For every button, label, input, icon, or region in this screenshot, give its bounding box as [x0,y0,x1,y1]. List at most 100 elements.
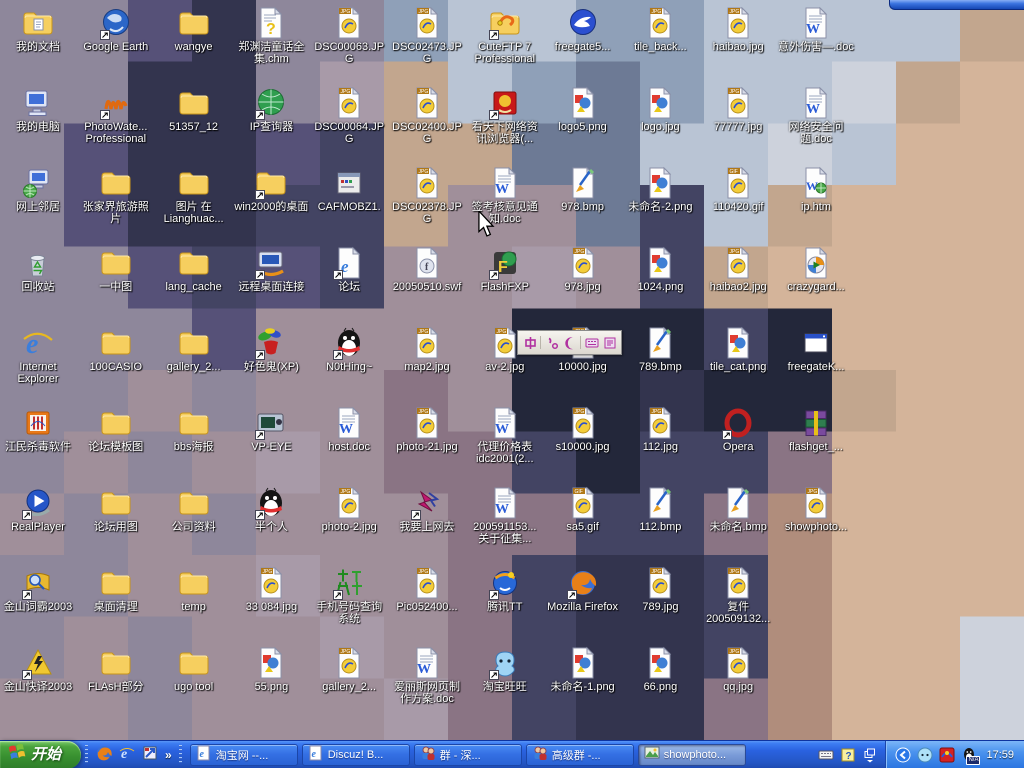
desktop-icon[interactable]: 张家界旅游照片 [78,166,154,225]
taskbar-task-button[interactable]: showphoto... [638,744,746,766]
desktop-icon[interactable]: 公司资料 [156,486,232,533]
desktop-icon[interactable]: 未命名-1.png [545,646,621,693]
desktop-icon[interactable]: tile_cat.png [700,326,776,373]
desktop-icon[interactable]: W代理价格表idc2001(2... [467,406,543,465]
quicklaunch-overflow-chevron[interactable]: » [162,748,175,762]
desktop-icon[interactable]: JPG77777.jpg [700,86,776,133]
desktop-icon[interactable]: 一中图 [78,246,154,293]
desktop-icon[interactable]: 看天下网络资讯浏览器(... [467,86,543,145]
quicklaunch-grip[interactable] [85,745,88,765]
taskband-grip[interactable] [179,745,182,765]
desktop-icon[interactable]: 金山词霸2003 [0,566,76,613]
desktop-icon[interactable]: 我要上网去 [389,486,465,533]
desktop-icon[interactable]: 好色鬼(XP) [233,326,309,373]
taskbar-task-button[interactable]: eDiscuz! B... [302,744,410,766]
tray-arrow-circle-icon[interactable] [894,746,912,764]
desktop-icon[interactable]: 回收站 [0,246,76,293]
desktop-icon[interactable]: 网上邻居 [0,166,76,213]
desktop-icon[interactable]: 未命名.bmp [700,486,776,533]
desktop-icon[interactable]: JPGs10000.jpg [545,406,621,453]
desktop-icon[interactable]: JPGDSC02378.JPG [389,166,465,225]
tray-antivirus-icon[interactable] [938,746,956,764]
desktop-icon[interactable]: freegate5... [545,6,621,53]
desktop-icon[interactable]: JPGtile_back... [622,6,698,53]
desktop-icon[interactable]: gallery_2... [156,326,232,373]
desktop-icon[interactable]: W网络安全问题.doc [778,86,854,145]
desktop-icon[interactable]: PhotoWate... Professional [78,86,154,145]
desktop-icon[interactable]: Google Earth [78,6,154,53]
desktop-icon[interactable]: W200591153... 关于征集... [467,486,543,545]
desktop-icon[interactable]: freegateK... [778,326,854,373]
desktop-icon[interactable]: 腾讯TT [467,566,543,613]
desktop-icon[interactable]: 66.png [622,646,698,693]
desktop-icon[interactable]: W爱丽斯网页制作方案.doc [389,646,465,705]
desktop-icon[interactable]: crazygard... [778,246,854,293]
ime-language-bar[interactable] [517,330,622,355]
desktop-icon[interactable]: N0tHing~ [311,326,387,373]
desktop-icon[interactable]: 112.bmp [622,486,698,533]
desktop-icon[interactable]: temp [156,566,232,613]
tray-keyboard-icon[interactable] [817,746,835,764]
desktop-icon[interactable]: logo5.png [545,86,621,133]
desktop-icon[interactable]: JPG112.jpg [622,406,698,453]
desktop-icon[interactable]: 远程桌面连接 [233,246,309,293]
desktop-icon[interactable]: JPG789.jpg [622,566,698,613]
desktop-icon[interactable]: JPGphoto-2.jpg [311,486,387,533]
desktop-icon[interactable]: JPGqq.jpg [700,646,776,693]
ime-menu-button[interactable] [601,334,618,351]
desktop-icon[interactable]: 51357_12 [156,86,232,133]
desktop-icon[interactable]: Whost.doc [311,406,387,453]
desktop-icon[interactable]: 桌面清理 [78,566,154,613]
desktop-icon[interactable]: 我的电脑 [0,86,76,133]
desktop-icon[interactable]: 未命名-2.png [622,166,698,213]
desktop-icon[interactable]: JPGDSC02400.JPG [389,86,465,145]
desktop-icon[interactable]: 978.bmp [545,166,621,213]
taskbar-task-button[interactable]: 群 - 深... [414,744,522,766]
desktop-icon[interactable]: FFlashFXP [467,246,543,293]
desktop-icon[interactable]: W签考核意见通知.doc [467,166,543,225]
desktop-icon[interactable]: CuteFTP 7 Professional [467,6,543,65]
desktop-icon[interactable]: e论坛 [311,246,387,293]
desktop-icon[interactable]: Opera [700,406,776,453]
desktop-icon[interactable]: 论坛用图 [78,486,154,533]
ime-soft-keyboard-button[interactable] [583,334,600,351]
desktop-icon[interactable]: VP-EYE [233,406,309,453]
ime-fullwidth-button[interactable] [561,334,578,351]
quicklaunch-flashget-button[interactable] [140,745,160,765]
tray-wangwang-icon[interactable] [916,746,934,764]
desktop-icon[interactable]: JPGphoto-21.jpg [389,406,465,453]
desktop-icon[interactable]: 789.bmp [622,326,698,373]
desktop-icon[interactable]: 1024.png [622,246,698,293]
desktop-icon[interactable]: JPGhaibao2.jpg [700,246,776,293]
desktop-icon[interactable]: 我的文档 [0,6,76,53]
start-button[interactable]: 开始 [0,741,81,768]
desktop-icon[interactable]: FLAsH部分 [78,646,154,693]
desktop-icon[interactable]: logo.jpg [622,86,698,133]
desktop-icon[interactable]: JPGDSC00063.JPG [311,6,387,65]
desktop-icon[interactable]: GIFsa5.gif [545,486,621,533]
desktop-icon[interactable]: 100CASIO [78,326,154,373]
tray-help-icon[interactable]: ? [839,746,857,764]
desktop-icon[interactable]: JPGPic052400... [389,566,465,613]
quicklaunch-ie-button[interactable]: e [117,745,137,765]
desktop-icon[interactable]: 淘宝旺旺 [467,646,543,693]
ime-chinese-mode-button[interactable] [521,334,538,351]
desktop-icon[interactable]: ugo tool [156,646,232,693]
desktop-icon[interactable]: 图片 在Lianghuac... [156,166,232,225]
desktop-icon[interactable]: wangye [156,6,232,53]
desktop-icon[interactable]: win2000的桌面 [233,166,309,213]
desktop-icon[interactable]: ?郑渊洁童话全集.chm [233,6,309,65]
desktop-icon[interactable]: JPGhaibao.jpg [700,6,776,53]
quicklaunch-firefox-button[interactable] [94,745,114,765]
desktop-icon[interactable]: eInternet Explorer [0,326,76,385]
desktop-icon[interactable]: 半个人 [233,486,309,533]
desktop-icon[interactable]: 江民杀毒软件 [0,406,76,453]
desktop-icon[interactable]: IP查询器 [233,86,309,133]
ime-punctuation-button[interactable] [543,334,560,351]
taskbar-task-button[interactable]: e淘宝网 --... [190,744,298,766]
desktop-icon[interactable]: GIF110420.gif [700,166,776,213]
desktop-icon[interactable]: CAFMOBZ1. [311,166,387,213]
desktop-icon[interactable]: Wip.htm [778,166,854,213]
desktop-icon[interactable]: W意外伤害—.doc [778,6,854,53]
desktop-icon[interactable]: 金山快译2003 [0,646,76,693]
